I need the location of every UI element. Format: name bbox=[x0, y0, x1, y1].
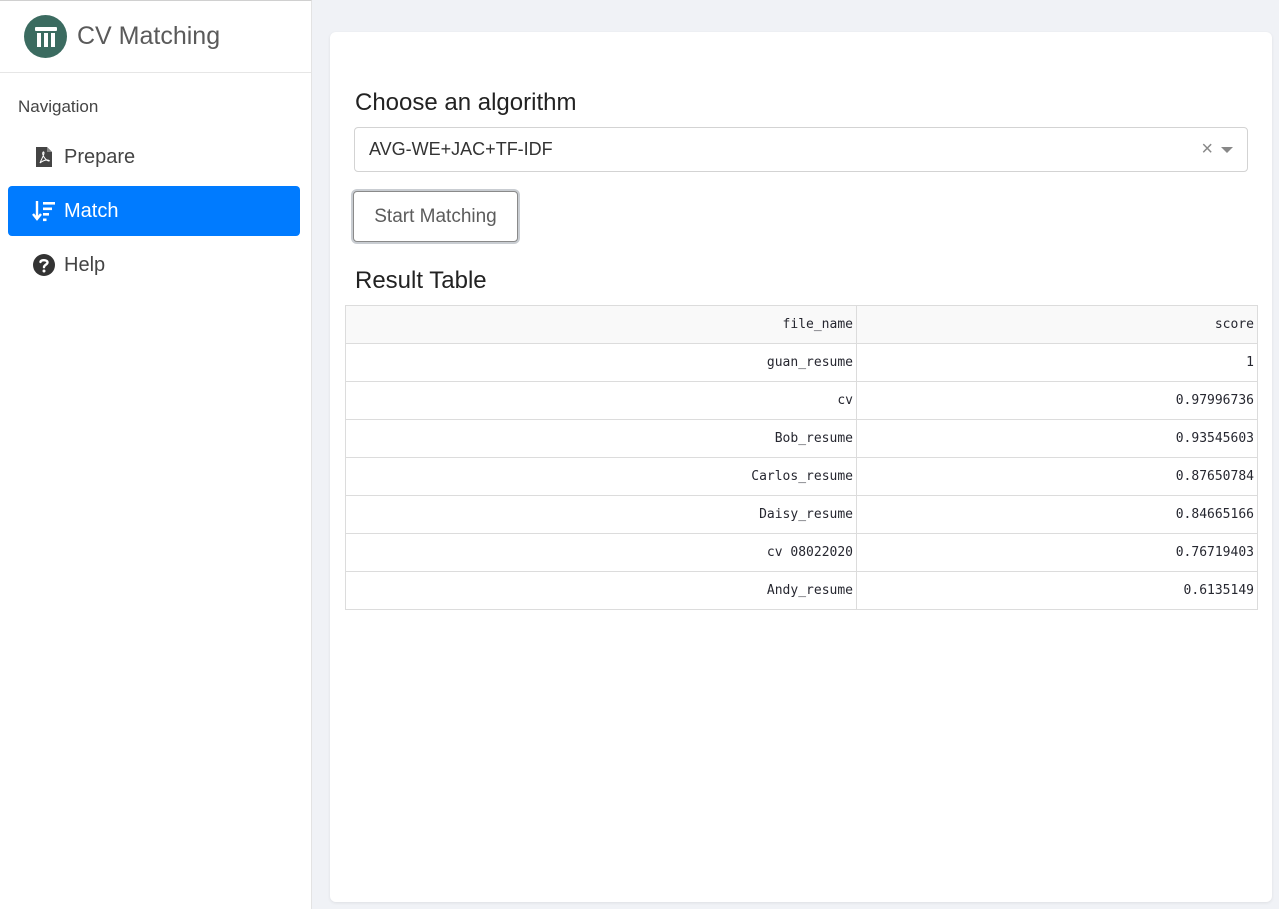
sort-amount-down-icon bbox=[32, 199, 56, 223]
main-card: Choose an algorithm AVG-WE+JAC+TF-IDF × … bbox=[330, 32, 1272, 902]
question-circle-icon bbox=[32, 253, 56, 277]
file-pdf-icon bbox=[32, 145, 56, 169]
clear-icon[interactable]: × bbox=[1201, 138, 1213, 161]
table-header-row: file_name score bbox=[345, 305, 1258, 344]
app-title: CV Matching bbox=[77, 22, 221, 50]
table-row: guan_resume 1 bbox=[345, 343, 1258, 382]
cell-file-name: Andy_resume bbox=[345, 571, 857, 610]
start-matching-button[interactable]: Start Matching bbox=[353, 191, 518, 242]
cell-score: 1 bbox=[856, 343, 1258, 382]
caret-down-icon[interactable] bbox=[1221, 147, 1233, 153]
cell-file-name: cv 08022020 bbox=[345, 533, 857, 572]
table-row: cv 0.97996736 bbox=[345, 381, 1258, 420]
table-row: Andy_resume 0.6135149 bbox=[345, 571, 1258, 610]
nav-item-label: Match bbox=[64, 199, 119, 222]
result-heading: Result Table bbox=[355, 267, 487, 294]
cell-file-name: cv bbox=[345, 381, 857, 420]
nav-list: Prepare Match Help bbox=[0, 132, 311, 290]
column-header-score[interactable]: score bbox=[856, 305, 1258, 344]
nav-item-prepare[interactable]: Prepare bbox=[8, 132, 300, 182]
nav-item-label: Prepare bbox=[64, 145, 136, 168]
cell-file-name: Carlos_resume bbox=[345, 457, 857, 496]
brand[interactable]: CV Matching bbox=[0, 1, 311, 73]
column-header-file-name[interactable]: file_name bbox=[345, 305, 857, 344]
algorithm-select[interactable]: AVG-WE+JAC+TF-IDF × bbox=[354, 127, 1248, 172]
table-row: cv 08022020 0.76719403 bbox=[345, 533, 1258, 572]
app-logo-icon bbox=[24, 15, 67, 58]
cell-score: 0.84665166 bbox=[856, 495, 1258, 534]
algorithm-heading: Choose an algorithm bbox=[355, 89, 577, 116]
cell-file-name: Daisy_resume bbox=[345, 495, 857, 534]
cell-score: 0.6135149 bbox=[856, 571, 1258, 610]
nav-item-help[interactable]: Help bbox=[8, 240, 300, 290]
result-table: file_name score guan_resume 1 cv 0.97996… bbox=[345, 305, 1258, 610]
nav-item-match[interactable]: Match bbox=[8, 186, 300, 236]
sidebar: CV Matching Navigation Prepare Match Hel… bbox=[0, 0, 312, 909]
cell-score: 0.97996736 bbox=[856, 381, 1258, 420]
cell-score: 0.87650784 bbox=[856, 457, 1258, 496]
nav-header: Navigation bbox=[18, 97, 99, 116]
algorithm-selected-value: AVG-WE+JAC+TF-IDF bbox=[369, 139, 553, 159]
cell-score: 0.76719403 bbox=[856, 533, 1258, 572]
nav-item-label: Help bbox=[64, 253, 106, 276]
table-row: Bob_resume 0.93545603 bbox=[345, 419, 1258, 458]
cell-score: 0.93545603 bbox=[856, 419, 1258, 458]
table-row: Daisy_resume 0.84665166 bbox=[345, 495, 1258, 534]
cell-file-name: guan_resume bbox=[345, 343, 857, 382]
cell-file-name: Bob_resume bbox=[345, 419, 857, 458]
table-row: Carlos_resume 0.87650784 bbox=[345, 457, 1258, 496]
